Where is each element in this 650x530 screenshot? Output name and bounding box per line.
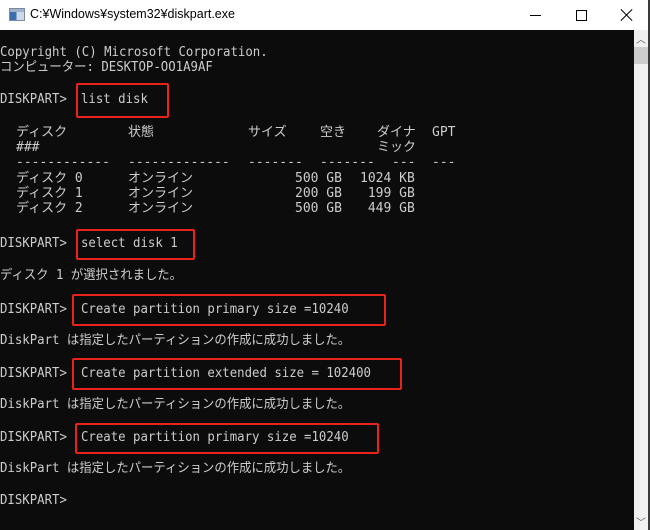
maximize-button[interactable]: [558, 0, 604, 30]
create-result: DiskPart は指定したパーティションの作成に成功しました。: [0, 461, 351, 476]
chevron-down-icon: ﹀: [636, 518, 646, 529]
disk-name: ディスク 1: [16, 186, 83, 201]
header-disk-number: ###: [16, 140, 40, 155]
prompt: DISKPART>: [0, 236, 67, 251]
disk-free: 1024 KB: [360, 171, 415, 186]
disk-status: オンライン: [128, 186, 194, 201]
separator-dynamic: ---: [392, 155, 416, 170]
header-status: 状態: [128, 125, 155, 140]
close-icon: [620, 8, 634, 22]
highlight-box: [76, 83, 169, 118]
disk-name: ディスク 2: [16, 201, 83, 216]
disk-free: 449 GB: [360, 201, 415, 216]
separator-disk: ------------: [16, 155, 110, 170]
chevron-up-icon: ︿: [636, 35, 646, 46]
create-result: DiskPart は指定したパーティションの作成に成功しました。: [0, 333, 351, 348]
console-output[interactable]: Copyright (C) Microsoft Corporation. コンピ…: [0, 30, 634, 530]
separator-free: -------: [320, 155, 375, 170]
highlight-box: [72, 358, 402, 390]
header-dynamic: ダイナ: [377, 125, 416, 140]
disk-size: 200 GB: [295, 186, 342, 201]
minimize-icon: [529, 14, 541, 16]
header-free: 空き: [320, 125, 347, 140]
header-disk: ディスク: [16, 125, 68, 140]
disk-name: ディスク 0: [16, 171, 83, 186]
scroll-down-button[interactable]: ﹀: [634, 513, 648, 530]
highlight-box: [72, 294, 386, 326]
console-app-icon[interactable]: [9, 8, 25, 21]
prompt: DISKPART>: [0, 430, 67, 445]
prompt: DISKPART>: [0, 366, 67, 381]
header-gpt: GPT: [432, 125, 456, 140]
maximize-icon: [575, 9, 587, 21]
disk-free: 199 GB: [360, 186, 415, 201]
scroll-up-button[interactable]: ︿: [634, 30, 648, 47]
scrollbar-thumb[interactable]: [634, 47, 648, 64]
prompt: DISKPART>: [0, 92, 67, 107]
minimize-button[interactable]: [512, 0, 558, 30]
window-title: C:¥Windows¥system32¥diskpart.exe: [30, 7, 235, 21]
copyright-line: Copyright (C) Microsoft Corporation.: [0, 45, 268, 60]
title-bar[interactable]: C:¥Windows¥system32¥diskpart.exe: [0, 0, 648, 30]
select-result: ディスク 1 が選択されました。: [0, 268, 182, 283]
highlight-box: [76, 229, 195, 260]
prompt: DISKPART>: [0, 302, 67, 317]
highlight-box: [75, 423, 379, 454]
separator-size: -------: [248, 155, 303, 170]
computer-name-line: コンピューター: DESKTOP-OO1A9AF: [0, 60, 213, 75]
close-button[interactable]: [604, 0, 650, 30]
disk-size: 500 GB: [295, 201, 342, 216]
disk-status: オンライン: [128, 201, 194, 216]
header-dynamic-sub: ミック: [377, 140, 417, 155]
separator-gpt: ---: [432, 155, 456, 170]
disk-size: 500 GB: [295, 171, 342, 186]
create-result: DiskPart は指定したパーティションの作成に成功しました。: [0, 397, 351, 412]
disk-status: オンライン: [128, 171, 194, 186]
current-prompt[interactable]: DISKPART>: [0, 494, 67, 508]
separator-status: -------------: [128, 155, 230, 170]
vertical-scrollbar[interactable]: ︿ ﹀: [634, 30, 648, 530]
header-size: サイズ: [248, 125, 287, 140]
diskpart-window: C:¥Windows¥system32¥diskpart.exe Copyrig…: [0, 0, 650, 530]
